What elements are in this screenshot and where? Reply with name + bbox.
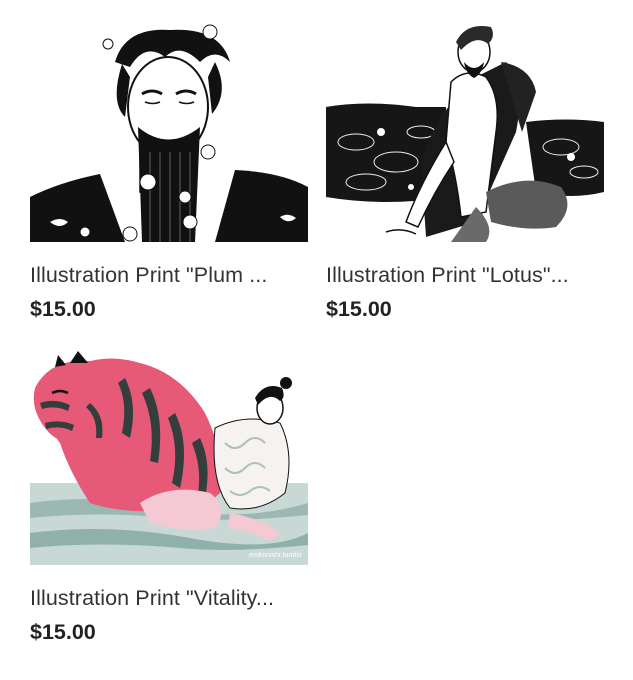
product-grid: Illustration Print "Plum ... $15.00 Illu… <box>0 0 633 680</box>
product-price: $15.00 <box>30 620 96 644</box>
lotus-illustration <box>326 22 604 242</box>
product-image-vitality[interactable]: emkonishi.tumblr <box>30 343 308 565</box>
product-price: $15.00 <box>30 297 96 321</box>
product-title[interactable]: Illustration Print "Lotus"... <box>326 262 604 288</box>
plum-illustration <box>30 22 308 242</box>
product-card-plum[interactable]: Illustration Print "Plum ... $15.00 <box>30 22 308 322</box>
product-title[interactable]: Illustration Print "Vitality... <box>30 585 308 611</box>
product-card-vitality[interactable]: emkonishi.tumblr Illustration Print "Vit… <box>30 343 308 645</box>
product-title[interactable]: Illustration Print "Plum ... <box>30 262 308 288</box>
product-image-plum[interactable] <box>30 22 308 242</box>
product-card-lotus[interactable]: Illustration Print "Lotus"... $15.00 <box>326 22 604 322</box>
watermark-text: emkonishi.tumblr <box>249 552 303 559</box>
product-image-lotus[interactable] <box>326 22 604 242</box>
vitality-illustration: emkonishi.tumblr <box>30 343 308 565</box>
product-price: $15.00 <box>326 297 392 321</box>
